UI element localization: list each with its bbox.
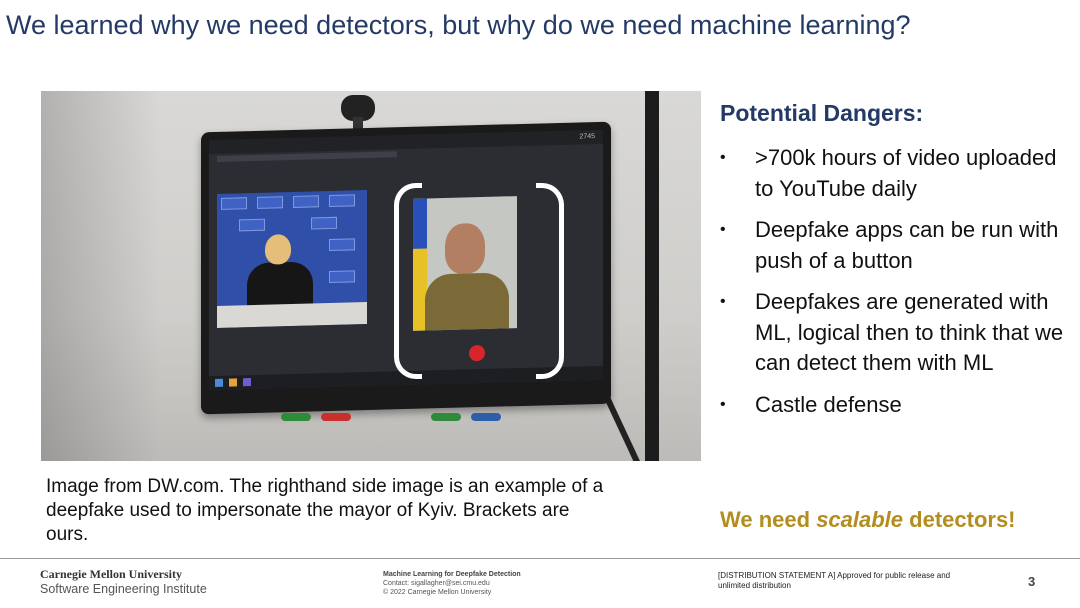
backdrop-tile [293, 195, 319, 208]
display-stand-pole [645, 91, 659, 461]
bullet-icon: • [720, 221, 726, 238]
bullet-icon: • [720, 293, 726, 310]
list-item-text: Deepfake apps can be run with push of a … [755, 217, 1059, 273]
list-item: • Deepfakes are generated with ML, logica… [720, 287, 1065, 379]
right-bracket-annotation [536, 183, 564, 379]
backdrop-tile [329, 194, 355, 208]
list-item: • Castle defense [720, 390, 1065, 421]
backdrop-tile [257, 196, 283, 209]
list-item-text: Deepfakes are generated with ML, logical… [755, 289, 1064, 375]
left-bracket-annotation [394, 183, 422, 379]
backdrop-tile [329, 270, 355, 284]
conclusion-emphasis: scalable [816, 507, 904, 532]
video-tile-right-deepfake [413, 196, 517, 331]
course-title: Machine Learning for Deepfake Detection [383, 571, 521, 578]
person-right-body [425, 272, 509, 331]
screen-clock: 2745 [579, 133, 595, 141]
desk [217, 302, 367, 328]
conclusion-prefix: We need [720, 507, 817, 532]
dangers-list: • >700k hours of video uploaded to YouTub… [720, 143, 1065, 431]
taskbar-icon [243, 378, 251, 387]
copyright: © 2022 Carnegie Mellon University [383, 589, 492, 596]
taskbar-icon [229, 378, 237, 387]
list-item: • Deepfake apps can be run with push of a… [720, 215, 1065, 276]
wall-shadow [41, 91, 161, 461]
screen-title-bar: 2745 [209, 129, 603, 155]
distribution-statement: [DISTRIBUTION STATEMENT A] Approved for … [718, 571, 951, 590]
dangers-heading: Potential Dangers: [720, 100, 924, 126]
contact-info: Contact: sigallagher@sei.cmu.edu [383, 580, 490, 587]
conclusion-suffix: detectors! [903, 507, 1016, 532]
backdrop-tile [311, 216, 337, 230]
university-name: Carnegie Mellon University [40, 567, 182, 581]
marker-red [321, 413, 351, 421]
marker-blue [471, 413, 501, 421]
marker-tray [281, 413, 521, 423]
footer-course-info: Machine Learning for Deepfake Detection … [383, 570, 521, 597]
person-left-head [265, 234, 291, 265]
video-call-photo: 2745 [41, 91, 701, 461]
backdrop-tile [221, 197, 247, 210]
end-call-icon [469, 344, 485, 362]
page-number: 3 [1028, 574, 1036, 589]
list-item: • >700k hours of video uploaded to YouTub… [720, 143, 1065, 204]
list-item-text: Castle defense [755, 391, 902, 417]
footer-divider [0, 558, 1080, 559]
marker-green [281, 413, 311, 421]
bullet-icon: • [720, 395, 726, 413]
conclusion-text: We need scalable detectors! [720, 507, 1016, 533]
marker-green [431, 413, 461, 421]
backdrop-tile [239, 218, 265, 232]
taskbar-icon [215, 378, 223, 388]
institute-name: Software Engineering Institute [40, 582, 207, 596]
image-caption: Image from DW.com. The righthand side im… [46, 476, 604, 545]
list-item-text: >700k hours of video uploaded to YouTube… [755, 145, 1057, 201]
person-right-head [445, 222, 485, 274]
video-tile-left [217, 190, 367, 328]
backdrop-tile [329, 238, 355, 252]
slide-title: We learned why we need detectors, but wh… [6, 10, 911, 40]
bullet-icon: • [720, 149, 726, 166]
